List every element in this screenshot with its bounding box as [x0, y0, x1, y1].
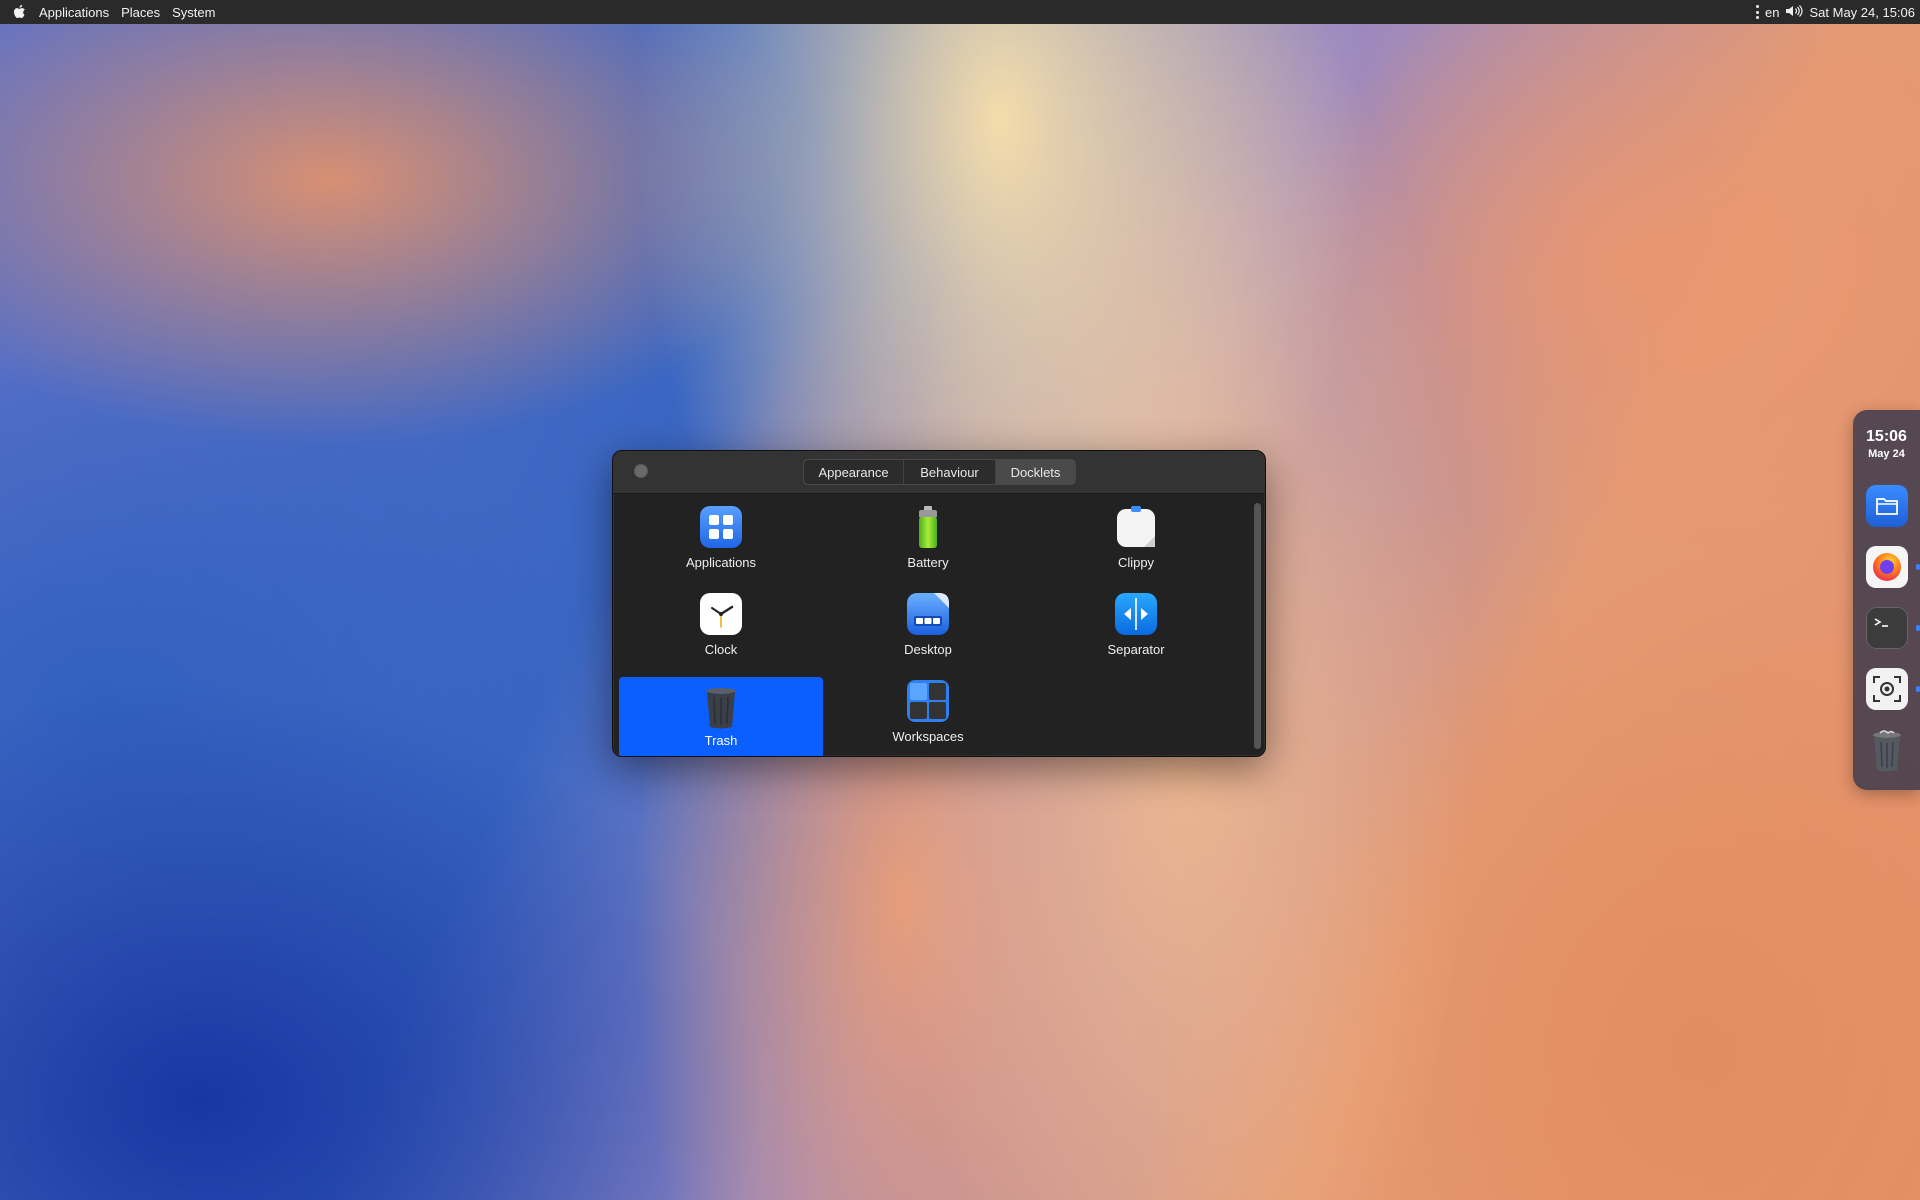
apple-icon[interactable]	[11, 4, 27, 20]
docklet-label: Clock	[704, 642, 738, 657]
panel-clock[interactable]: Sat May 24, 15:06	[1809, 5, 1915, 20]
clipboard-icon	[1114, 505, 1158, 549]
clock-icon	[699, 592, 743, 636]
docklet-battery[interactable]: Battery	[823, 503, 1033, 590]
workspaces-icon	[906, 679, 950, 723]
desktop-icon	[906, 592, 950, 636]
window-titlebar[interactable]: Appearance Behaviour Docklets	[613, 451, 1265, 494]
dock-trash-icon[interactable]	[1865, 728, 1909, 772]
applications-grid-icon	[699, 505, 743, 549]
docklet-label: Workspaces	[892, 729, 964, 744]
docklet-label: Separator	[1107, 642, 1165, 657]
menu-applications[interactable]: Applications	[33, 5, 115, 20]
dock-clock-date: May 24	[1868, 448, 1905, 460]
docklet-desktop[interactable]: Desktop	[823, 590, 1033, 677]
docklet-separator[interactable]: Separator	[1033, 590, 1239, 677]
top-panel: Applications Places System en Sat May 24…	[0, 0, 1920, 24]
docklet-applications[interactable]: Applications	[619, 503, 823, 590]
docklet-trash[interactable]: Trash	[619, 677, 823, 756]
separator-icon	[1114, 592, 1158, 636]
volume-icon[interactable]	[1785, 4, 1804, 21]
docklets-scrollbar[interactable]	[1254, 503, 1261, 749]
menu-system[interactable]: System	[166, 5, 221, 20]
docklet-clock[interactable]: Clock	[619, 590, 823, 677]
files-icon[interactable]	[1865, 484, 1909, 528]
docklet-label: Trash	[704, 733, 738, 748]
keyboard-layout-indicator[interactable]: en	[1765, 5, 1779, 20]
battery-icon	[906, 505, 950, 549]
dock-clock-time[interactable]: 15:06	[1853, 428, 1920, 446]
menu-places[interactable]: Places	[115, 5, 166, 20]
dock: 15:06 May 24	[1853, 410, 1920, 790]
firefox-icon[interactable]	[1865, 545, 1909, 589]
screenshot-running-indicator	[1916, 686, 1920, 692]
trash-icon	[699, 685, 743, 729]
preferences-tabs: Appearance Behaviour Docklets	[803, 459, 1076, 485]
firefox-running-indicator	[1916, 564, 1920, 570]
docklets-grid: Applications Battery Clippy Clock Deskto…	[619, 503, 1239, 756]
tab-appearance[interactable]: Appearance	[804, 460, 904, 484]
docklet-clippy[interactable]: Clippy	[1033, 503, 1239, 590]
terminal-icon[interactable]	[1865, 606, 1909, 650]
screenshot-icon[interactable]	[1865, 667, 1909, 711]
tab-behaviour[interactable]: Behaviour	[904, 460, 996, 484]
docklet-label: Battery	[907, 555, 949, 570]
dock-preferences-window: Appearance Behaviour Docklets Applicatio…	[612, 450, 1266, 757]
docklet-label: Applications	[685, 555, 757, 570]
docklet-label: Clippy	[1117, 555, 1155, 570]
docklet-workspaces[interactable]: Workspaces	[823, 677, 1033, 756]
docklet-label: Desktop	[904, 642, 952, 657]
overflow-menu-icon[interactable]	[1755, 4, 1759, 20]
terminal-running-indicator	[1916, 625, 1920, 631]
tab-docklets[interactable]: Docklets	[996, 460, 1075, 484]
close-button[interactable]	[634, 464, 648, 478]
